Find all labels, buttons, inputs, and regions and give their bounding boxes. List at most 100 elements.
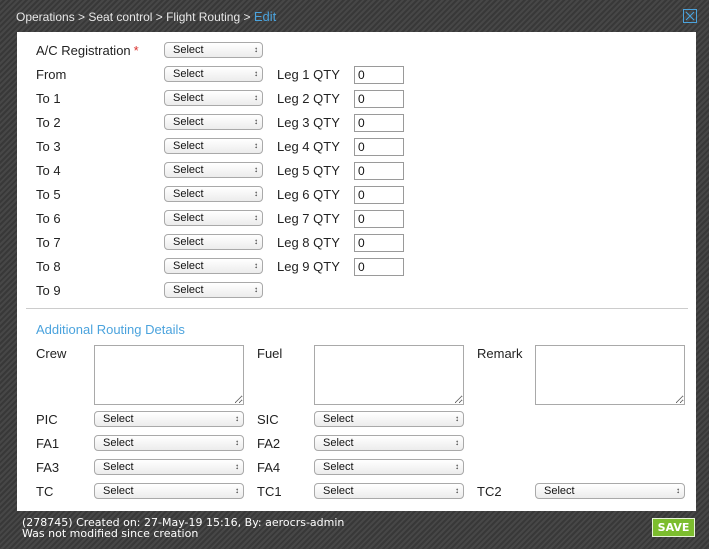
to-6-label: To 6 (36, 211, 61, 226)
tc2-select[interactable]: Select ↕ (535, 483, 685, 499)
crew-label: Crew (36, 346, 67, 361)
fa1-select[interactable]: Select ↕ (94, 435, 244, 451)
updown-arrow-icon: ↕ (254, 189, 258, 198)
leg-5-qty-input[interactable] (354, 162, 404, 180)
modified-info: Was not modified since creation (22, 527, 199, 540)
fa2-label: FA2 (257, 436, 281, 451)
from-select[interactable]: Select ↕ (164, 66, 263, 82)
to-3-label: To 3 (36, 139, 61, 154)
pic-label: PIC (36, 412, 58, 427)
to-9-label: To 9 (36, 283, 61, 298)
fa1-select-value: Select (103, 437, 134, 449)
title-bar: Operations > Seat control > Flight Routi… (0, 0, 709, 32)
updown-arrow-icon: ↕ (254, 237, 258, 246)
fuel-textarea[interactable] (314, 345, 464, 405)
to-5-select[interactable]: Select ↕ (164, 186, 263, 202)
close-icon (685, 11, 695, 21)
to-5-label: To 5 (36, 187, 61, 202)
leg-7-qty-label: Leg 7 QTY (277, 211, 340, 226)
to-8-select[interactable]: Select ↕ (164, 258, 263, 274)
leg-2-qty-input[interactable] (354, 90, 404, 108)
to-7-select[interactable]: Select ↕ (164, 234, 263, 250)
fa4-select[interactable]: Select ↕ (314, 459, 464, 475)
fuel-label: Fuel (257, 346, 283, 361)
updown-arrow-icon: ↕ (676, 486, 680, 495)
leg-9-qty-label: Leg 9 QTY (277, 259, 340, 274)
to-4-select-value: Select (173, 164, 204, 176)
breadcrumb: Operations > Seat control > Flight Routi… (16, 9, 276, 24)
leg-3-qty-label: Leg 3 QTY (277, 115, 340, 130)
leg-9-qty-input[interactable] (354, 258, 404, 276)
remark-label: Remark (477, 346, 523, 361)
to-2-label: To 2 (36, 115, 61, 130)
crew-textarea[interactable] (94, 345, 244, 405)
leg-1-qty-input[interactable] (354, 66, 404, 84)
to-5-select-value: Select (173, 188, 204, 200)
leg-8-qty-label: Leg 8 QTY (277, 235, 340, 250)
updown-arrow-icon: ↕ (235, 462, 239, 471)
to-7-select-value: Select (173, 236, 204, 248)
registration-select[interactable]: Select ↕ (164, 42, 263, 58)
to-4-label: To 4 (36, 163, 61, 178)
leg-5-qty-label: Leg 5 QTY (277, 163, 340, 178)
to-2-select[interactable]: Select ↕ (164, 114, 263, 130)
updown-arrow-icon: ↕ (455, 414, 459, 423)
tc-select-value: Select (103, 485, 134, 497)
updown-arrow-icon: ↕ (254, 141, 258, 150)
tc-label: TC (36, 484, 54, 499)
to-1-select[interactable]: Select ↕ (164, 90, 263, 106)
updown-arrow-icon: ↕ (254, 69, 258, 78)
fa2-select[interactable]: Select ↕ (314, 435, 464, 451)
leg-3-qty-input[interactable] (354, 114, 404, 132)
fa3-label: FA3 (36, 460, 60, 475)
sic-select-value: Select (323, 413, 354, 425)
updown-arrow-icon: ↕ (455, 438, 459, 447)
updown-arrow-icon: ↕ (254, 117, 258, 126)
tc1-label: TC1 (257, 484, 282, 499)
updown-arrow-icon: ↕ (254, 213, 258, 222)
tc2-label: TC2 (477, 484, 502, 499)
to-8-label: To 8 (36, 259, 61, 274)
close-button[interactable] (683, 9, 697, 23)
leg-6-qty-label: Leg 6 QTY (277, 187, 340, 202)
to-1-select-value: Select (173, 92, 204, 104)
to-9-select-value: Select (173, 284, 204, 296)
leg-6-qty-input[interactable] (354, 186, 404, 204)
fa3-select[interactable]: Select ↕ (94, 459, 244, 475)
save-button[interactable]: SAVE (652, 518, 695, 537)
to-6-select[interactable]: Select ↕ (164, 210, 263, 226)
registration-label-text: A/C Registration (36, 43, 131, 58)
leg-2-qty-label: Leg 2 QTY (277, 91, 340, 106)
tc1-select[interactable]: Select ↕ (314, 483, 464, 499)
leg-8-qty-input[interactable] (354, 234, 404, 252)
to-1-label: To 1 (36, 91, 61, 106)
remark-textarea[interactable] (535, 345, 685, 405)
record-info: (278745) Created on: 27-May-19 15:16, By… (22, 517, 344, 539)
edit-form-panel: A/C Registration * Select ↕ From Select ↕ L… (17, 32, 696, 511)
sic-select[interactable]: Select ↕ (314, 411, 464, 427)
leg-4-qty-label: Leg 4 QTY (277, 139, 340, 154)
to-3-select-value: Select (173, 140, 204, 152)
leg-7-qty-input[interactable] (354, 210, 404, 228)
sic-label: SIC (257, 412, 279, 427)
updown-arrow-icon: ↕ (455, 486, 459, 495)
leg-1-qty-label: Leg 1 QTY (277, 67, 340, 82)
to-3-select[interactable]: Select ↕ (164, 138, 263, 154)
updown-arrow-icon: ↕ (254, 45, 258, 54)
tc1-select-value: Select (323, 485, 354, 497)
pic-select[interactable]: Select ↕ (94, 411, 244, 427)
leg-4-qty-input[interactable] (354, 138, 404, 156)
section-divider (26, 308, 688, 309)
required-mark: * (133, 43, 139, 58)
registration-select-value: Select (173, 44, 204, 56)
pic-select-value: Select (103, 413, 134, 425)
fa4-label: FA4 (257, 460, 281, 475)
to-9-select[interactable]: Select ↕ (164, 282, 263, 298)
tc-select[interactable]: Select ↕ (94, 483, 244, 499)
additional-details-title: Additional Routing Details (36, 322, 185, 337)
updown-arrow-icon: ↕ (235, 414, 239, 423)
breadcrumb-current: Edit (253, 9, 277, 24)
to-4-select[interactable]: Select ↕ (164, 162, 263, 178)
breadcrumb-path: Operations > Seat control > Flight Routi… (16, 10, 254, 24)
updown-arrow-icon: ↕ (235, 438, 239, 447)
